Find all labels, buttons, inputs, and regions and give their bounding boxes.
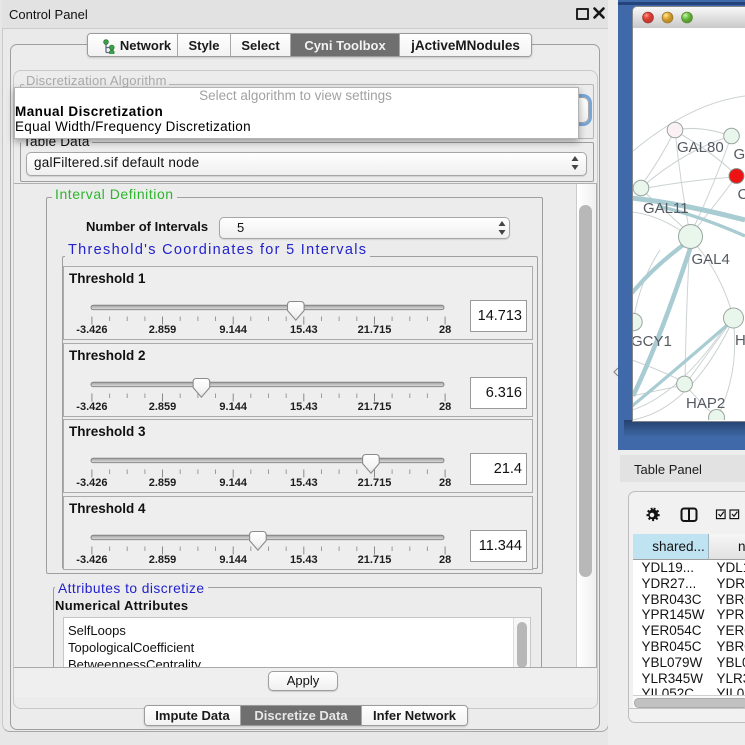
svg-text:9.144: 9.144 [219, 401, 247, 413]
svg-text:9.144: 9.144 [219, 554, 247, 566]
svg-text:2.859: 2.859 [149, 477, 177, 489]
svg-text:-3.426: -3.426 [76, 554, 107, 566]
svg-text:GA: GA [734, 146, 745, 163]
svg-text:21.715: 21.715 [358, 401, 392, 413]
svg-text:28: 28 [439, 477, 451, 489]
svg-text:28: 28 [439, 554, 451, 566]
svg-text:21.715: 21.715 [358, 477, 392, 489]
svg-text:21.715: 21.715 [358, 324, 392, 336]
svg-text:15.43: 15.43 [290, 554, 318, 566]
svg-text:15.43: 15.43 [290, 477, 318, 489]
svg-text:GCY1: GCY1 [633, 333, 672, 350]
svg-text:H: H [735, 332, 745, 349]
svg-text:GAL11: GAL11 [643, 200, 689, 217]
svg-text:28: 28 [439, 324, 451, 336]
svg-text:GAL4: GAL4 [692, 251, 730, 268]
svg-text:-3.426: -3.426 [76, 477, 107, 489]
svg-text:21.715: 21.715 [358, 554, 392, 566]
svg-text:28: 28 [439, 401, 451, 413]
svg-text:15.43: 15.43 [290, 401, 318, 413]
svg-text:-3.426: -3.426 [76, 401, 107, 413]
svg-text:2.859: 2.859 [149, 324, 177, 336]
svg-text:9.144: 9.144 [219, 477, 247, 489]
svg-text:15.43: 15.43 [290, 324, 318, 336]
svg-text:GAL80: GAL80 [677, 139, 724, 156]
svg-text:2.859: 2.859 [149, 554, 177, 566]
svg-text:C: C [738, 186, 745, 203]
svg-text:-3.426: -3.426 [76, 324, 107, 336]
svg-text:HAP2: HAP2 [686, 395, 725, 412]
svg-text:2.859: 2.859 [149, 401, 177, 413]
svg-text:9.144: 9.144 [219, 324, 247, 336]
